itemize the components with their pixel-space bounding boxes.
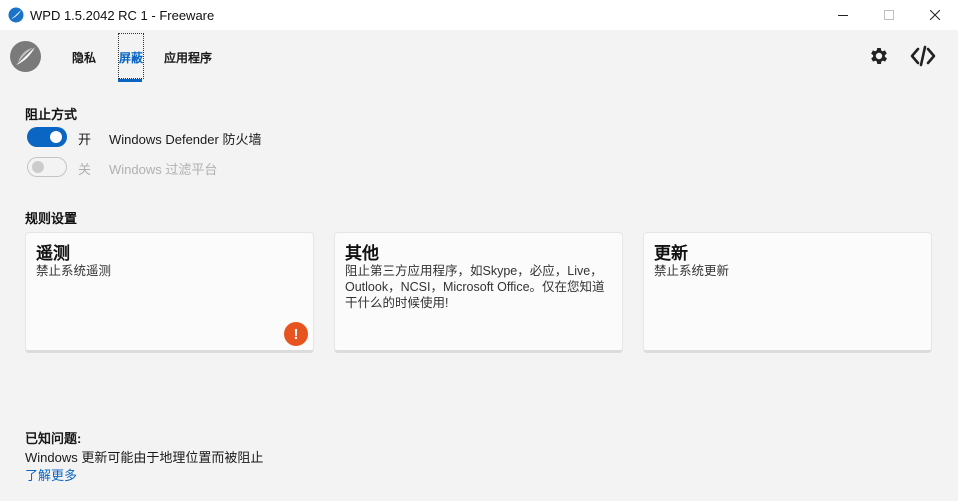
- toggle-knob: [50, 131, 62, 143]
- tab-applications[interactable]: 应用程序: [164, 49, 212, 66]
- tab-focus-outline: [118, 33, 144, 79]
- warning-icon[interactable]: !: [284, 322, 308, 346]
- card-title: 更新: [654, 244, 688, 263]
- gear-icon[interactable]: [868, 45, 890, 67]
- window-title: WPD 1.5.2042 RC 1 - Freeware: [30, 7, 215, 23]
- maximize-button[interactable]: [866, 0, 912, 30]
- card-description: 禁止系统遥测: [36, 264, 112, 278]
- learn-more-link[interactable]: 了解更多: [25, 465, 77, 484]
- title-bar: WPD 1.5.2042 RC 1 - Freeware: [0, 0, 958, 30]
- tab-privacy[interactable]: 隐私: [72, 49, 96, 66]
- updates-card[interactable]: 更新 禁止系统更新: [643, 232, 932, 353]
- card-title: 遥测: [36, 244, 70, 263]
- toggle-knob: [32, 161, 44, 173]
- filtering-platform-toggle[interactable]: [27, 157, 67, 177]
- firewall-toggle[interactable]: [27, 127, 67, 147]
- nav-bar: 隐私 屏蔽 应用程序: [0, 30, 958, 82]
- active-tab-indicator: [118, 79, 142, 82]
- minimize-icon: [838, 15, 848, 16]
- firewall-toggle-state: 开: [78, 132, 92, 147]
- logo-icon: [10, 41, 41, 72]
- known-issues-title: 已知问题:: [25, 431, 82, 446]
- maximize-icon: [884, 10, 894, 20]
- window-controls: [820, 0, 958, 30]
- telemetry-card[interactable]: 遥测 禁止系统遥测 !: [25, 232, 314, 353]
- known-issues-text: Windows 更新可能由于地理位置而被阻止: [25, 450, 264, 465]
- rule-settings-title: 规则设置: [25, 211, 78, 226]
- close-button[interactable]: [912, 0, 958, 30]
- other-card[interactable]: 其他 阻止第三方应用程序，如Skype，必应，Live，Outlook，NCSI…: [334, 232, 623, 353]
- card-description: 禁止系统更新: [654, 264, 730, 278]
- firewall-toggle-label: Windows Defender 防火墙: [109, 132, 262, 147]
- card-title: 其他: [345, 244, 379, 263]
- filtering-platform-toggle-state: 关: [78, 162, 92, 177]
- blocking-method-title: 阻止方式: [25, 107, 78, 122]
- card-description: 阻止第三方应用程序，如Skype，必应，Live，Outlook，NCSI，Mi…: [345, 264, 605, 310]
- code-icon[interactable]: [910, 45, 936, 67]
- filtering-platform-toggle-label: Windows 过滤平台: [109, 162, 218, 177]
- close-icon: [930, 10, 940, 20]
- app-icon: [8, 7, 24, 23]
- minimize-button[interactable]: [820, 0, 866, 30]
